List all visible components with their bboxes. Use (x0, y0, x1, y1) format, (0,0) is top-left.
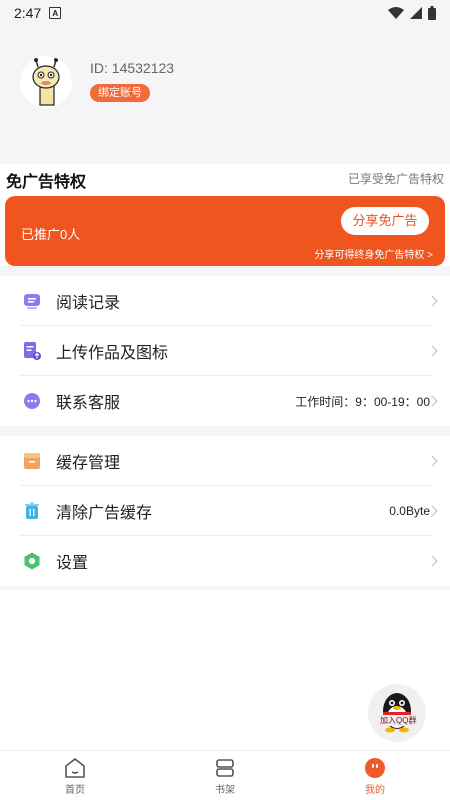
join-qq-group-button[interactable]: 加入QQ群 (364, 683, 430, 743)
menu-item-upload-works[interactable]: 上传作品及图标 (0, 326, 450, 376)
menu-item-label: 缓存管理 (56, 455, 121, 472)
signal-icon (410, 7, 422, 19)
profile-face-icon (365, 757, 385, 778)
section-divider (0, 266, 450, 276)
profile-header: ID: 14532123 绑定账号 (0, 26, 450, 164)
menu-group-1: 阅读记录 上传作品及图标 联系客服 工作时间：9：00-19：00 (0, 276, 450, 426)
bind-account-button[interactable]: 绑定账号 (90, 84, 150, 102)
menu-item-label: 设置 (56, 555, 89, 572)
section-divider (0, 426, 450, 436)
menu-item-cache-management[interactable]: 缓存管理 (0, 436, 450, 486)
battery-icon (428, 6, 436, 20)
wifi-icon (388, 7, 404, 19)
menu-item-label: 上传作品及图标 (56, 345, 169, 362)
tab-bookshelf[interactable]: 书架 (150, 751, 300, 800)
menu-item-label: 阅读记录 (56, 295, 121, 312)
gear-icon (24, 552, 40, 570)
trash-icon (25, 502, 39, 519)
share-ad-free-button[interactable]: 分享免广告 (341, 207, 429, 235)
tab-label: 书架 (215, 784, 235, 796)
menu-item-reading-history[interactable]: 阅读记录 (0, 276, 450, 326)
vip-header: 免广告特权 已享受免广告特权 (0, 164, 450, 192)
ad-cache-size: 0.0Byte (389, 504, 430, 518)
promo-description-link[interactable]: 分享可得终身免广告特权 > (314, 246, 433, 261)
chevron-right-icon (426, 295, 438, 307)
bookshelf-icon (216, 758, 234, 777)
chevron-right-icon (426, 455, 438, 467)
upload-document-icon (24, 342, 41, 360)
cache-box-icon (24, 453, 40, 469)
status-icons (388, 6, 436, 20)
qq-group-label: 加入QQ群 (378, 715, 419, 726)
status-bar: 2:47 A (0, 0, 450, 26)
menu-item-customer-service[interactable]: 联系客服 工作时间：9：00-19：00 (0, 376, 450, 426)
tab-label: 首页 (65, 784, 85, 796)
user-id: ID: 14532123 (90, 60, 175, 76)
menu-item-settings[interactable]: 设置 (0, 536, 450, 586)
status-time: 2:47 (14, 5, 42, 21)
tab-home[interactable]: 首页 (0, 751, 150, 800)
avatar[interactable] (20, 56, 72, 108)
notification-icon: A (49, 7, 62, 19)
section-divider (0, 586, 450, 590)
vip-status: 已享受免广告特权 (347, 172, 444, 186)
tab-label: 我的 (365, 784, 385, 796)
reading-history-icon (24, 294, 40, 309)
giraffe-avatar-icon (32, 58, 60, 106)
vip-title: 免广告特权 (6, 174, 87, 191)
promo-count: 已推广0人 (21, 227, 81, 242)
chevron-right-icon (426, 555, 438, 567)
bottom-tab-bar: 首页 书架 我的 (0, 750, 450, 800)
menu-group-2: 缓存管理 清除广告缓存 0.0Byte 设置 (0, 436, 450, 586)
work-hours-value: 工作时间：9：00-19：00 (295, 394, 430, 409)
menu-item-label: 联系客服 (56, 395, 121, 412)
menu-item-label: 清除广告缓存 (56, 505, 153, 522)
chevron-right-icon (426, 345, 438, 357)
qq-penguin-icon (368, 684, 426, 742)
promo-card: 已推广0人 分享免广告 分享可得终身免广告特权 > (5, 196, 445, 266)
chat-bubble-icon (24, 393, 40, 409)
menu-item-clear-ad-cache[interactable]: 清除广告缓存 0.0Byte (0, 486, 450, 536)
tab-mine[interactable]: 我的 (300, 751, 450, 800)
home-icon (65, 757, 85, 778)
